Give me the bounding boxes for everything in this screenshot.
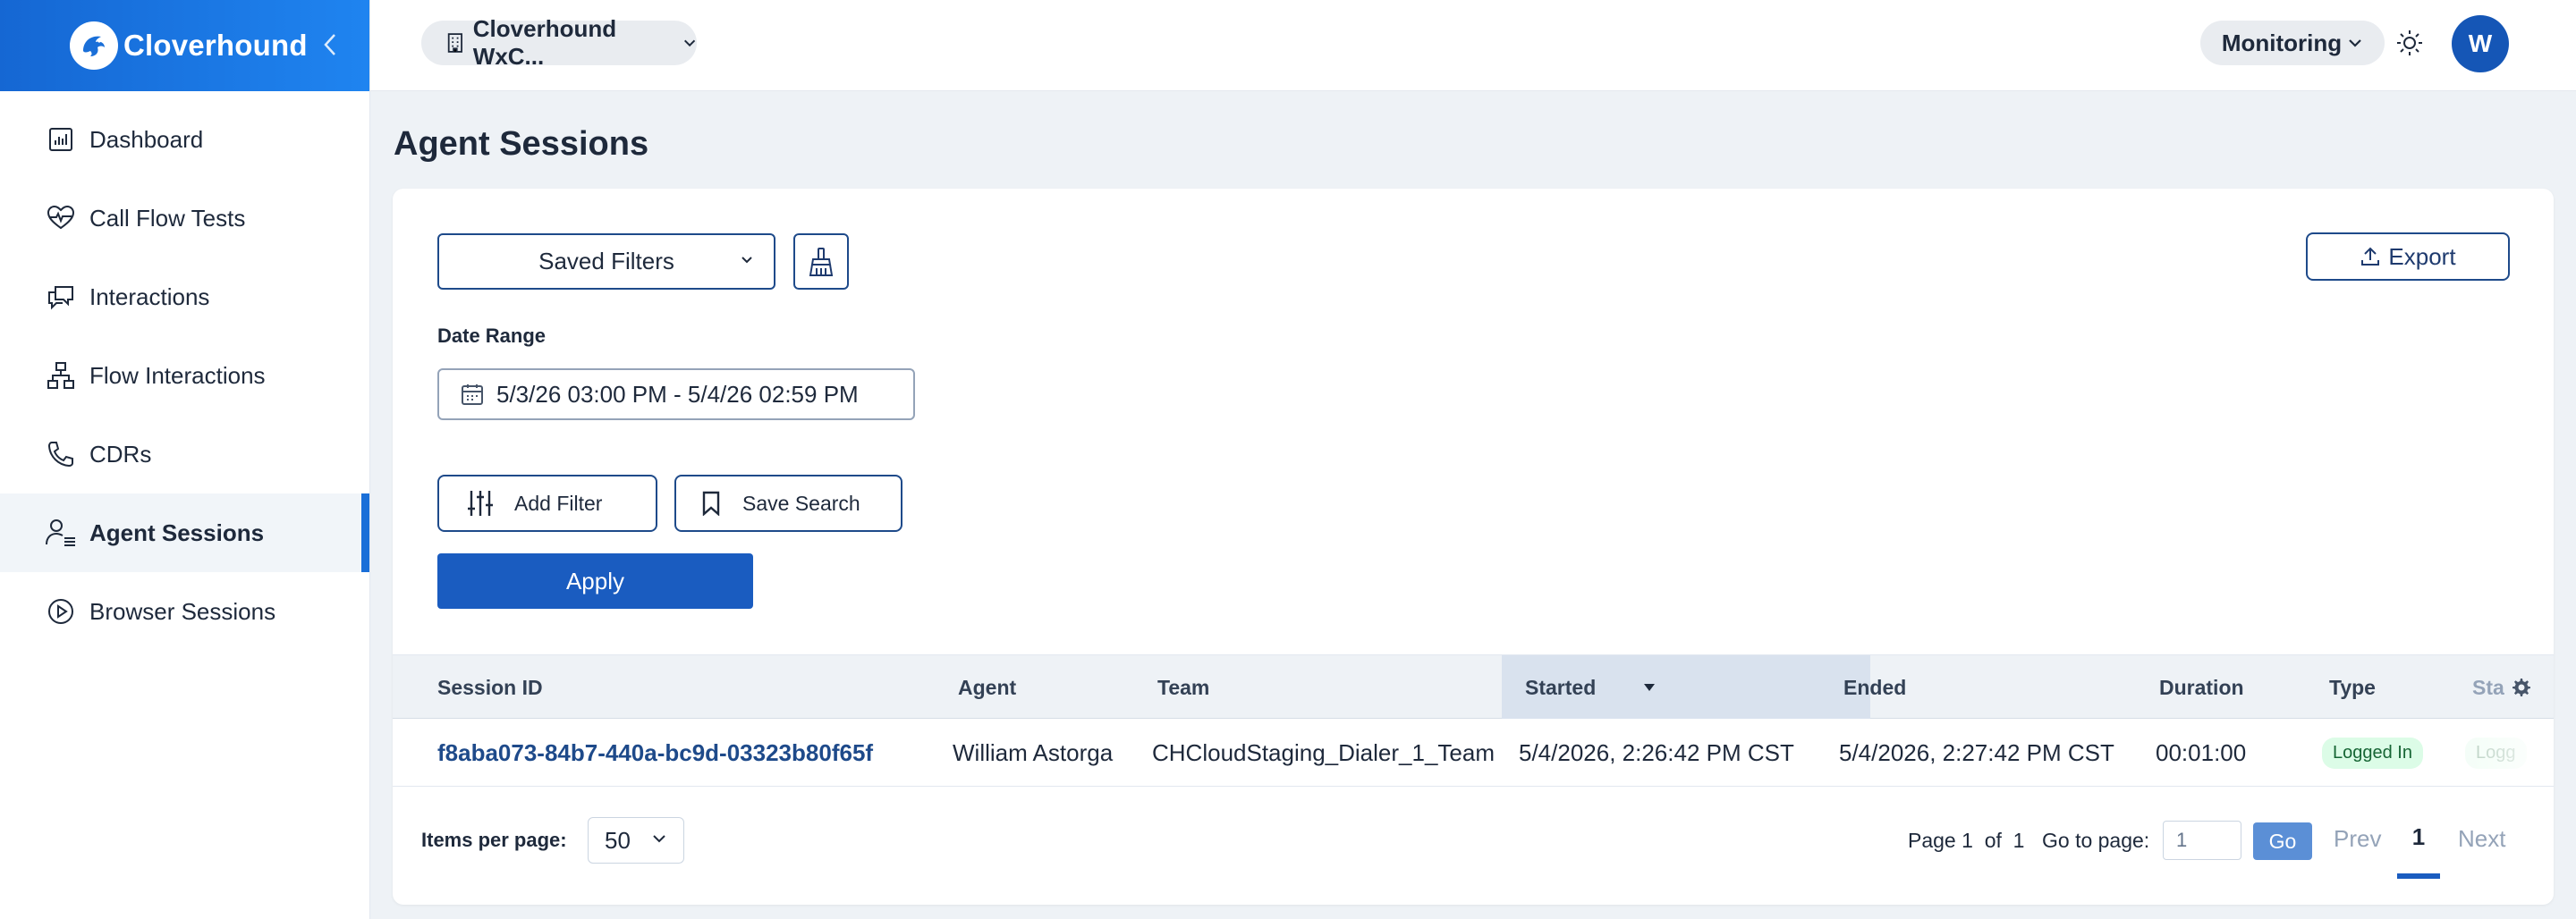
sidebar-item-interactions[interactable]: Interactions [0,257,369,336]
date-range-value: 5/3/26 03:00 PM - 5/4/26 02:59 PM [496,380,859,408]
prev-page-button[interactable]: Prev [2334,825,2381,853]
date-range-picker[interactable]: 5/3/26 03:00 PM - 5/4/26 02:59 PM [437,368,915,420]
sidebar-item-browser-sessions[interactable]: Browser Sessions [0,572,369,651]
collapse-sidebar-button[interactable] [314,29,346,61]
export-label: Export [2388,242,2456,270]
sidebar-item-label: Dashboard [89,125,204,153]
sidebar-item-agent-sessions[interactable]: Agent Sessions [0,493,369,572]
mode-label: Monitoring [2221,29,2343,56]
save-search-label: Save Search [742,491,860,515]
save-search-button[interactable]: Save Search [674,475,902,532]
sidebar: Cloverhound Dashboard Call Flow Tests In… [0,0,370,919]
sidebar-nav: Dashboard Call Flow Tests Interactions F… [0,100,369,651]
sidebar-item-cdrs[interactable]: CDRs [0,415,369,493]
top-bar: Cloverhound WxC... Monitoring W [370,0,2576,91]
brand-name: Cloverhound [123,29,308,62]
column-header-label: Started [1525,675,1597,699]
table-header: Session ID Agent Team Started Ended Dura… [393,654,2554,720]
goto-page-input[interactable] [2163,821,2241,860]
agent-sessions-card: Saved Filters Export Date Range 5/3/26 0… [393,189,2554,905]
flow-icon [45,359,77,392]
play-circle-icon [45,595,77,628]
upload-icon [2361,247,2380,266]
building-icon [447,33,462,53]
column-header-started[interactable]: Started [1502,655,1870,720]
org-selector[interactable]: Cloverhound WxC... [421,15,697,70]
sidebar-item-label: Interactions [89,282,210,310]
sidebar-item-label: Flow Interactions [89,361,266,389]
status-badge: Logged In [2322,737,2423,769]
add-filter-button[interactable]: Add Filter [437,475,657,532]
chevron-down-icon [653,835,665,843]
cell-started: 5/4/2026, 2:26:42 PM CST [1519,738,1794,766]
bookmark-icon [702,491,720,516]
cell-team: CHCloudStaging_Dialer_1_Team [1152,738,1495,766]
sidebar-item-label: Browser Sessions [89,597,276,625]
items-per-page-value: 50 [605,826,631,854]
column-header-ended[interactable]: Ended [1843,655,1906,720]
sliders-icon [468,491,493,516]
page-number-button[interactable]: 1 [2397,823,2440,879]
calendar-icon [462,384,483,405]
sidebar-item-label: CDRs [89,440,152,468]
phone-icon [45,438,77,470]
goto-page-label: Go to page: [2042,829,2150,852]
column-header-team[interactable]: Team [1157,655,1209,720]
status-badge: Logg [2465,737,2527,769]
column-header-duration[interactable]: Duration [2159,655,2244,720]
sidebar-item-flow-interactions[interactable]: Flow Interactions [0,336,369,415]
sidebar-item-label: Call Flow Tests [89,204,246,232]
page-title: Agent Sessions [394,125,649,163]
chevron-down-icon [741,257,752,264]
chevron-left-icon [324,34,335,55]
apply-label: Apply [565,567,625,594]
agent-icon [45,517,77,549]
cell-agent: William Astorga [953,738,1114,766]
heartbeat-icon [45,202,77,234]
current-page-value: 1 [1962,829,1973,852]
column-header-session-id[interactable]: Session ID [437,655,543,720]
go-button[interactable]: Go [2253,822,2312,860]
saved-filters-dropdown[interactable]: Saved Filters [437,233,775,290]
cell-ended: 5/4/2026, 2:27:42 PM CST [1839,738,2114,766]
table-row[interactable]: f8aba073-84b7-440a-bc9d-03323b80f65f Wil… [393,719,2554,787]
sort-desc-icon [1644,684,1656,691]
column-settings-gear-icon[interactable] [2504,671,2537,704]
brand-header: Cloverhound [0,0,369,91]
page-label: Page [1908,829,1956,852]
theme-toggle-sun-icon[interactable] [2394,27,2426,59]
date-range-label: Date Range [437,325,547,347]
avatar[interactable]: W [2452,15,2509,72]
chat-icon [45,281,77,313]
sidebar-item-call-flow-tests[interactable]: Call Flow Tests [0,179,369,257]
total-pages-value: 1 [2012,829,2025,852]
clear-filters-button[interactable] [793,233,849,290]
column-header-agent[interactable]: Agent [958,655,1016,720]
org-name: Cloverhound WxC... [472,15,617,70]
page-info: Page 1 of 1 [1908,829,2024,853]
cell-duration: 00:01:00 [2156,738,2247,766]
apply-button[interactable]: Apply [437,553,753,609]
of-label: of [1984,829,2002,852]
items-per-page-select[interactable]: 50 [588,817,684,864]
items-per-page-label: Items per page: [421,829,567,851]
dashboard-icon [45,123,77,156]
export-button[interactable]: Export [2306,232,2510,281]
broom-icon [809,247,834,276]
column-header-status[interactable]: Sta [2472,655,2504,720]
column-header-type[interactable]: Type [2329,655,2376,720]
chevron-down-icon [2349,39,2361,47]
cloverhound-logo-icon [70,21,118,70]
sidebar-item-dashboard[interactable]: Dashboard [0,100,369,179]
sidebar-item-label: Agent Sessions [89,519,265,546]
saved-filters-label: Saved Filters [538,248,674,274]
next-page-button[interactable]: Next [2458,825,2505,853]
cell-type: Logged In [2322,719,2423,787]
add-filter-label: Add Filter [514,491,603,515]
chevron-down-icon [683,39,696,47]
mode-selector[interactable]: Monitoring [2200,21,2385,65]
cell-status: Logg [2465,719,2527,787]
session-id-link[interactable]: f8aba073-84b7-440a-bc9d-03323b80f65f [437,719,873,787]
